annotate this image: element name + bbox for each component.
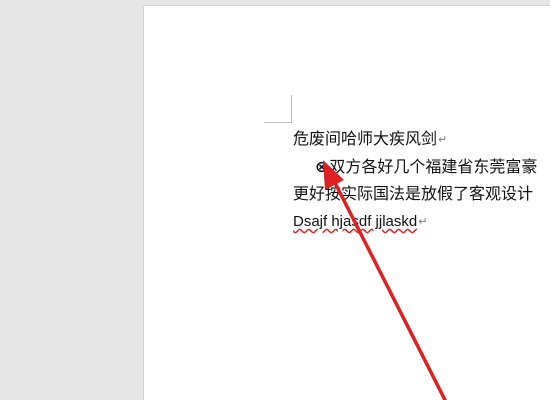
document-line-4[interactable]: Dsajf hjasdf jjlaskd↵	[293, 207, 550, 235]
line-1-text: 危废间哈师大疾风剑	[293, 129, 438, 148]
document-text-area[interactable]: 危废间哈师大疾风剑↵ ⊗双方各好几个福建省东莞富豪 更好按实际国法是放假了客观设…	[293, 125, 550, 235]
document-line-2[interactable]: ⊗双方各好几个福建省东莞富豪	[293, 153, 550, 180]
paragraph-mark-icon: ↵	[418, 215, 428, 228]
margin-corner-marker	[264, 95, 292, 123]
line-3-text: 更好按实际国法是放假了客观设计	[293, 184, 534, 203]
document-line-1[interactable]: 危废间哈师大疾风剑↵	[293, 125, 550, 153]
inserted-symbol-icon[interactable]: ⊗	[315, 157, 328, 176]
line-4-text: Dsajf hjasdf jjlaskd	[293, 213, 418, 230]
line-2-text: 双方各好几个福建省东莞富豪	[329, 157, 538, 176]
document-line-3[interactable]: 更好按实际国法是放假了客观设计	[293, 180, 550, 207]
paragraph-mark-icon: ↵	[438, 133, 448, 146]
